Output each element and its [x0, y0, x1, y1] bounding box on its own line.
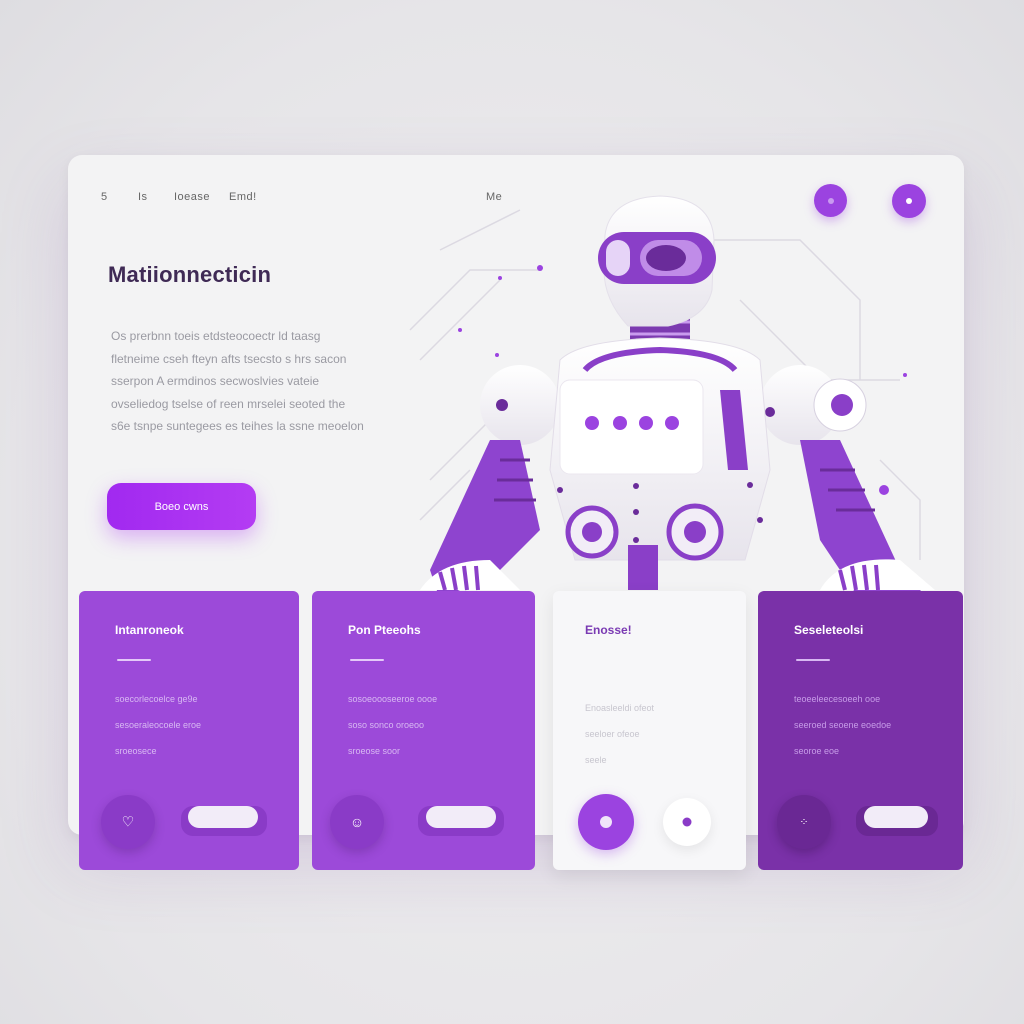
nav-item-4[interactable]: Emd!	[229, 191, 257, 203]
card-title: Seseleteolsi	[794, 623, 864, 637]
nav-item-2[interactable]: Is	[138, 191, 148, 203]
card-title: Intanroneok	[115, 623, 184, 637]
card-icon-button[interactable]: ☺	[330, 795, 384, 849]
paragraph-line: s6e tsnpe suntegees es teihes la ssne me…	[111, 419, 364, 433]
card-line: seele	[585, 755, 607, 765]
hero-paragraph: Os prerbnn toeis etdsteocoectr ld taasg …	[111, 325, 401, 438]
card-line: seeloer ofeoe	[585, 729, 640, 739]
feature-card-4: Seseleteolsi teoeeleecesoeeh ooe seeroed…	[758, 591, 963, 870]
card-line: teoeeleecesoeeh ooe	[794, 694, 881, 704]
pill-knob	[864, 806, 928, 828]
pill-knob	[188, 806, 258, 828]
feature-card-2: Pon Pteeohs sosoeoooseeroe oooe soso son…	[312, 591, 535, 870]
dot-icon	[682, 817, 692, 827]
card-line: sroeosece	[115, 746, 157, 756]
nav-item-3[interactable]: Ioease	[174, 191, 210, 203]
card-line: seoroe eoe	[794, 746, 840, 756]
sparkle-icon: ⁘	[799, 816, 809, 829]
robot-illustration	[409, 195, 935, 600]
page-title: Matiionnecticin	[108, 262, 272, 287]
card-line: seeroed seoene eoedoe	[794, 720, 892, 730]
card-line: soso sonco oroeoo	[348, 720, 425, 730]
card-action-pill[interactable]	[181, 806, 267, 836]
paragraph-line: sserpon A ermdinos secwoslvies vateie	[111, 374, 320, 388]
card-title: Pon Pteeohs	[348, 623, 421, 637]
card-action-pill[interactable]	[856, 806, 938, 836]
dot-icon	[600, 816, 612, 828]
card-line: sroeose soor	[348, 746, 401, 756]
feature-card-1: Intanroneok soecorlecoelce ge9e sesoeral…	[79, 591, 299, 870]
card-title: Enosse!	[585, 623, 632, 637]
card-text: sosoeoooseeroe oooe soso sonco oroeoo sr…	[348, 686, 508, 764]
card-divider	[117, 659, 151, 661]
paragraph-line: fletneime cseh fteyn afts tsecsto s hrs …	[111, 351, 347, 366]
card-line: Enoasleeldi ofeot	[585, 703, 655, 713]
card-icon-button[interactable]: ⁘	[777, 795, 831, 849]
card-text: teoeeleecesoeeh ooe seeroed seoene eoedo…	[794, 686, 954, 764]
cta-button[interactable]: Boeo cwns	[107, 483, 256, 530]
paragraph-line: ovseliedog tselse of reen mrselei seoted…	[111, 396, 346, 411]
card-divider	[350, 659, 384, 661]
card-line: sesoeraleocoele eroe	[115, 720, 202, 730]
feature-card-3: Enosse! Enoasleeldi ofeot seeloer ofeoe …	[553, 591, 746, 870]
card-text: soecorlecoelce ge9e sesoeraleocoele eroe…	[115, 686, 275, 764]
card-text: Enoasleeldi ofeot seeloer ofeoe seele	[585, 695, 745, 773]
card-line: soecorlecoelce ge9e	[115, 694, 198, 704]
pill-knob	[426, 806, 496, 828]
card-divider	[796, 659, 830, 661]
paragraph-line: Os prerbnn toeis etdsteocoectr ld taasg	[111, 329, 321, 343]
heart-icon: ♡	[121, 813, 135, 830]
card-secondary-button[interactable]	[663, 798, 711, 846]
card-icon-button[interactable]: ♡	[101, 795, 155, 849]
card-icon-button[interactable]	[578, 794, 634, 850]
card-action-pill[interactable]	[418, 806, 504, 836]
smile-icon: ☺	[349, 814, 365, 830]
nav-item-1[interactable]: 5	[101, 191, 108, 203]
card-line: sosoeoooseeroe oooe	[348, 694, 438, 704]
